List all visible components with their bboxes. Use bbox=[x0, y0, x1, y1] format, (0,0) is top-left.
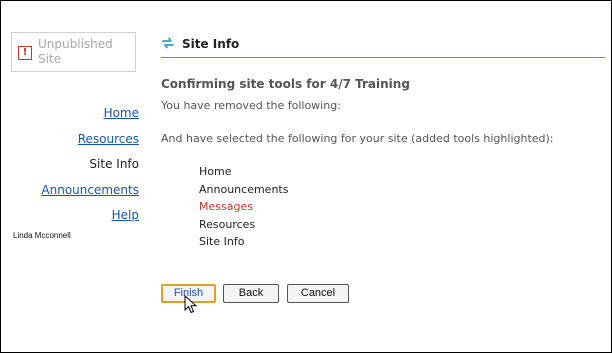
back-button[interactable]: Back bbox=[223, 284, 279, 303]
list-item: Resources bbox=[199, 217, 256, 231]
selected-tools-text: And have selected the following for your… bbox=[161, 132, 554, 145]
site-status-box: ! Unpublished Site bbox=[11, 32, 136, 72]
sidebar-item-help[interactable]: Help bbox=[11, 209, 139, 222]
tool-title-bar: Site Info bbox=[161, 31, 605, 58]
page-title: Site Info bbox=[182, 37, 240, 51]
user-name: Linda Mcconnell bbox=[13, 231, 71, 240]
warning-icon: ! bbox=[18, 46, 32, 60]
sidebar-item-resources[interactable]: Resources bbox=[11, 132, 139, 146]
selected-tools-list: Home Announcements Messages Resources Si… bbox=[199, 165, 288, 253]
mouse-pointer-icon bbox=[184, 295, 198, 314]
confirm-heading: Confirming site tools for 4/7 Training bbox=[161, 77, 410, 91]
list-item: Site Info bbox=[199, 235, 245, 248]
sidebar-item-announcements[interactable]: Announcements bbox=[11, 183, 139, 197]
cancel-button[interactable]: Cancel bbox=[287, 284, 349, 303]
list-item-added: Messages bbox=[199, 200, 253, 213]
site-status-line1: Unpublished bbox=[38, 37, 113, 51]
list-item: Announcements bbox=[199, 182, 289, 196]
page-frame: ! Unpublished Site Home Resources Site I… bbox=[0, 0, 612, 353]
refresh-icon bbox=[162, 37, 174, 49]
removed-tools-text: You have removed the following: bbox=[161, 99, 341, 112]
sidebar-nav: Home Resources Site Info Announcements H… bbox=[11, 107, 139, 235]
site-status-label: Unpublished Site bbox=[38, 37, 133, 67]
sidebar-item-site-info: Site Info bbox=[89, 157, 139, 172]
list-item: Home bbox=[199, 165, 232, 178]
sidebar-item-home[interactable]: Home bbox=[11, 107, 139, 120]
site-status-line2: Site bbox=[38, 52, 62, 66]
